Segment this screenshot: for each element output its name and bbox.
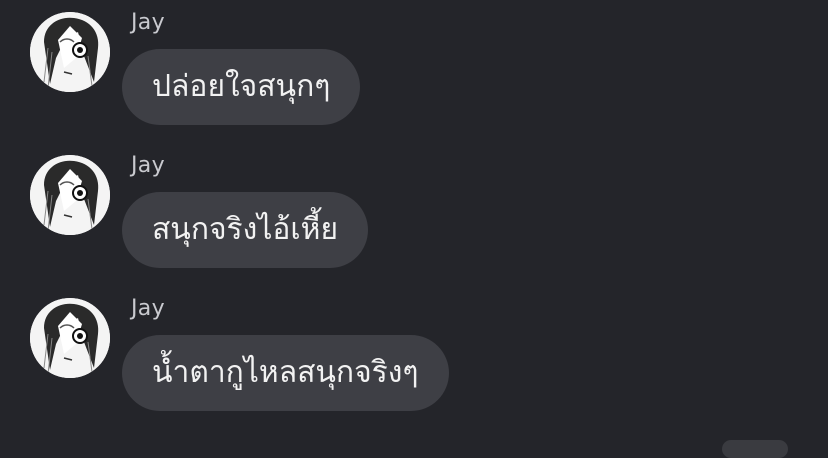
- message-row: Jay น้ำตากูไหลสนุกจริงๆ: [0, 286, 828, 416]
- manga-avatar-icon: [30, 12, 110, 92]
- manga-avatar-icon: [30, 298, 110, 378]
- message-row: Jay สนุกจริงไอ้เหี้ย: [0, 143, 828, 273]
- avatar[interactable]: [30, 12, 110, 92]
- message-bubble[interactable]: ปล่อยใจสนุกๆ: [122, 49, 361, 125]
- message-bubble[interactable]: สนุกจริงไอ้เหี้ย: [122, 192, 369, 268]
- message-bubble[interactable]: น้ำตากูไหลสนุกจริงๆ: [122, 335, 449, 411]
- manga-avatar-icon: [30, 155, 110, 235]
- sender-name: Jay: [131, 153, 165, 178]
- chat-thread: Jay ปล่อยใจสนุกๆ Jay สนุกจริงไอ้เหี้ย Ja…: [0, 0, 828, 458]
- sender-name: Jay: [131, 296, 165, 321]
- sender-name: Jay: [131, 10, 165, 35]
- next-message-bubble-partial: [722, 440, 788, 458]
- avatar[interactable]: [30, 155, 110, 235]
- avatar[interactable]: [30, 298, 110, 378]
- message-row: Jay ปล่อยใจสนุกๆ: [0, 0, 828, 130]
